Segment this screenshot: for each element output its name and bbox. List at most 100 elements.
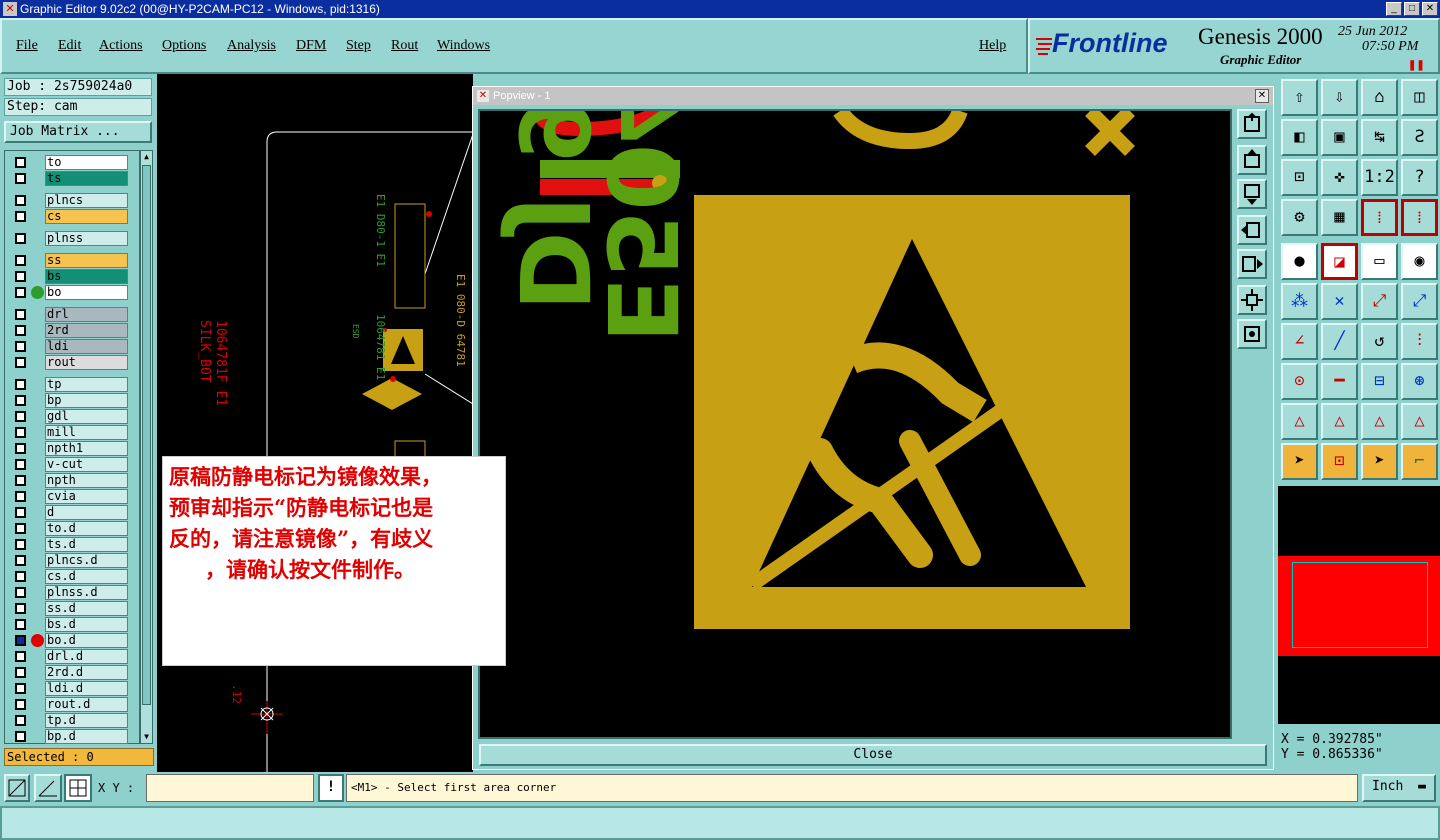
pan-left-button[interactable] [1237,215,1267,245]
close-button[interactable]: Close [479,744,1267,766]
pick-tool[interactable]: ◪ [1321,243,1358,280]
layer-name[interactable]: cs.d [45,569,128,584]
pan-left-tool[interactable]: ◧ [1281,119,1318,156]
layer-row-tp[interactable]: tp [13,377,129,392]
circle-tool[interactable]: ⊛ [1401,363,1438,400]
layer-name[interactable]: ldi [45,339,128,354]
measure-tool[interactable]: ⊟ [1361,363,1398,400]
layer-name[interactable]: plnss.d [45,585,128,600]
layer-checkbox[interactable] [15,309,26,320]
layer-checkbox[interactable] [15,255,26,266]
layer-name[interactable]: mill [45,425,128,440]
layer-row-plnss[interactable]: plnss [13,231,129,246]
alert-icon[interactable]: ! [318,774,344,802]
layer-checkbox[interactable] [15,341,26,352]
layer-checkbox[interactable] [15,587,26,598]
layer-name[interactable]: cs [45,209,128,224]
layer-name[interactable]: ldi.d [45,681,128,696]
menu-step[interactable]: Step [346,38,371,54]
layer-checkbox[interactable] [15,211,26,222]
layer-order-tool[interactable]: ⁞ [1361,199,1398,236]
scale-one-tool[interactable]: 1:2 [1361,159,1398,196]
layer-row-bs-d[interactable]: bs.d [13,617,129,632]
layer-row-ss-d[interactable]: ss.d [13,601,129,616]
scroll-thumb[interactable] [142,165,151,705]
angle-tool[interactable]: ∠ [1281,323,1318,360]
layer-row-rout-d[interactable]: rout.d [13,697,129,712]
layer-row-tp-d[interactable]: tp.d [13,713,129,728]
pan-down-button[interactable] [1237,179,1267,209]
menu-edit[interactable]: Edit [58,38,81,54]
layer-name[interactable]: gdl [45,409,128,424]
graphics-canvas[interactable]: E1 D80-1 E1 1064781 E1 E1 080-D 64781 ES… [157,74,473,774]
units-dropdown[interactable]: Inch ▬ [1362,774,1436,802]
pad-tool[interactable]: ⊙ [1281,363,1318,400]
layer-row-to-d[interactable]: to.d [13,521,129,536]
pan-right-button[interactable] [1237,249,1267,279]
layer-name[interactable]: tp.d [45,713,128,728]
snap-diagonal-button[interactable] [4,774,30,802]
layer-row-2rd-d[interactable]: 2rd.d [13,665,129,680]
window-split-tool[interactable]: ◫ [1401,79,1438,116]
layer-name[interactable]: plncs [45,193,128,208]
scroll-up-icon[interactable]: ▲ [142,151,151,163]
script-tool[interactable]: Ƨ [1401,119,1438,156]
layer-checkbox[interactable] [15,233,26,244]
triangle-tool[interactable]: △ [1281,403,1318,440]
layer-row-d[interactable]: d [13,505,129,520]
pan-right-tool[interactable]: ▣ [1321,119,1358,156]
overview-viewport[interactable] [1292,562,1428,648]
app-icon[interactable]: ✕ [3,2,17,16]
step-up-tool[interactable]: ⇧ [1281,79,1318,116]
select-tool[interactable]: ● [1281,243,1318,280]
layer-checkbox[interactable] [15,715,26,726]
step-down-tool[interactable]: ⇩ [1321,79,1358,116]
layer-row-gdl[interactable]: gdl [13,409,129,424]
layer-row-ts[interactable]: ts [13,171,129,186]
layer-checkbox[interactable] [15,683,26,694]
layer-checkbox[interactable] [15,157,26,168]
layer-checkbox[interactable] [15,619,26,630]
layer-name[interactable]: 2rd.d [45,665,128,680]
layer-order-alt-tool[interactable]: ⁞ [1401,199,1438,236]
layer-checkbox[interactable] [15,173,26,184]
zoom-out-button[interactable] [1237,319,1267,349]
layer-row-drl-d[interactable]: drl.d [13,649,129,664]
triangle-b-tool[interactable]: △ [1361,403,1398,440]
xy-input[interactable] [146,774,314,802]
layer-scrollbar[interactable]: ▲ ▼ [140,150,153,744]
layer-row-drl[interactable]: drl [13,307,129,322]
layer-name[interactable]: bo.d [45,633,128,648]
layer-name[interactable]: ss.d [45,601,128,616]
job-matrix-button[interactable]: Job Matrix ... [4,121,152,143]
settings-tool[interactable]: ⚙ [1281,199,1318,236]
menu-help[interactable]: Help [979,38,1006,54]
triangle-alt-tool[interactable]: △ [1321,403,1358,440]
layer-row-v-cut[interactable]: v-cut [13,457,129,472]
layer-name[interactable]: ts.d [45,537,128,552]
layer-name[interactable]: v-cut [45,457,128,472]
layer-name[interactable]: drl.d [45,649,128,664]
grid-tool[interactable]: ▦ [1321,199,1358,236]
connect-alt-tool[interactable]: ⤢ [1401,283,1438,320]
grid-snap-button[interactable] [64,774,92,802]
layer-name[interactable]: cvia [45,489,128,504]
nodes-tool[interactable]: ⁂ [1281,283,1318,320]
menu-windows[interactable]: Windows [437,38,490,54]
layer-checkbox[interactable] [15,459,26,470]
layer-checkbox[interactable] [15,287,26,298]
layer-checkbox[interactable] [15,491,26,502]
layer-name[interactable]: rout.d [45,697,128,712]
fit-tool[interactable]: ⊡ [1281,159,1318,196]
layer-checkbox[interactable] [15,539,26,550]
layer-name[interactable]: rout [45,355,128,370]
menu-file[interactable]: File [16,38,38,54]
layer-checkbox[interactable] [15,411,26,422]
layer-name[interactable]: to.d [45,521,128,536]
layer-name[interactable]: ts [45,171,128,186]
layer-row-ldi[interactable]: ldi [13,339,129,354]
layer-name[interactable]: 2rd [45,323,128,338]
cross-tool[interactable]: ✕ [1321,283,1358,320]
home-view-tool[interactable]: ⌂ [1361,79,1398,116]
split-tool[interactable]: ⫶ [1401,323,1438,360]
